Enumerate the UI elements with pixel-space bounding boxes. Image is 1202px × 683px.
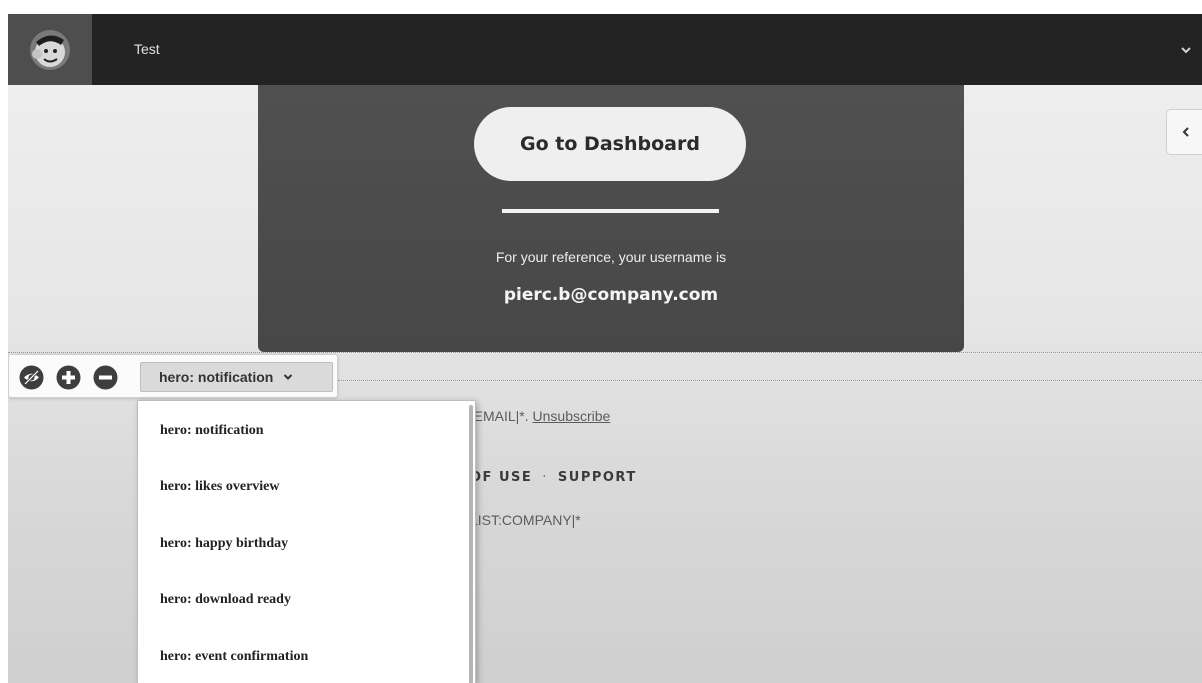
chevron-left-icon [1182, 127, 1189, 137]
chevron-down-icon[interactable] [1180, 44, 1192, 56]
minus-circle-icon[interactable] [93, 365, 118, 390]
reference-text: For your reference, your username is [495, 249, 727, 265]
divider-line [502, 209, 719, 213]
section-dropdown-menu: hero: notification hero: likes overview … [137, 400, 476, 683]
section-toolbar: hero: notification [8, 354, 338, 398]
plus-circle-icon[interactable] [56, 365, 81, 390]
footer-email-line: |EMAIL|*. Unsubscribe [470, 408, 610, 424]
section-select-value: hero: notification [159, 369, 274, 385]
footer-email-text: |EMAIL|*. [470, 408, 533, 424]
logo-button[interactable] [8, 14, 92, 85]
support-link[interactable]: SUPPORT [558, 470, 637, 485]
dropdown-option-happy-birthday[interactable]: hero: happy birthday [160, 536, 288, 552]
app-title: Test [134, 41, 160, 57]
terms-of-use-link[interactable]: OF USE [470, 470, 532, 485]
username-text: pierc.b@company.com [503, 285, 719, 305]
section-type-select[interactable]: hero: notification [140, 362, 333, 392]
monkey-logo-icon [30, 29, 70, 70]
app-frame: Test Go to Dashboard For your reference,… [8, 14, 1202, 683]
footer-links: OF USE · SUPPORT [470, 470, 637, 485]
dropdown-scrollbar[interactable] [469, 405, 473, 683]
top-bar: Test [8, 14, 1202, 85]
side-panel-toggle[interactable] [1166, 109, 1202, 155]
dropdown-option-notification[interactable]: hero: notification [160, 423, 264, 439]
unsubscribe-link[interactable]: Unsubscribe [533, 408, 611, 424]
hero-card: Go to Dashboard For your reference, your… [258, 85, 964, 352]
footer-company-text: LIST:COMPANY|* [470, 512, 581, 528]
dropdown-option-download-ready[interactable]: hero: download ready [160, 592, 291, 608]
section-guide-bottom [338, 380, 1202, 381]
dropdown-option-likes-overview[interactable]: hero: likes overview [160, 479, 280, 495]
section-guide-top [8, 352, 1202, 353]
go-to-dashboard-button[interactable]: Go to Dashboard [474, 107, 746, 181]
dropdown-option-event-confirmation[interactable]: hero: event confirmation [160, 649, 308, 665]
chevron-down-icon [284, 374, 293, 380]
eye-slash-icon[interactable] [19, 365, 44, 390]
